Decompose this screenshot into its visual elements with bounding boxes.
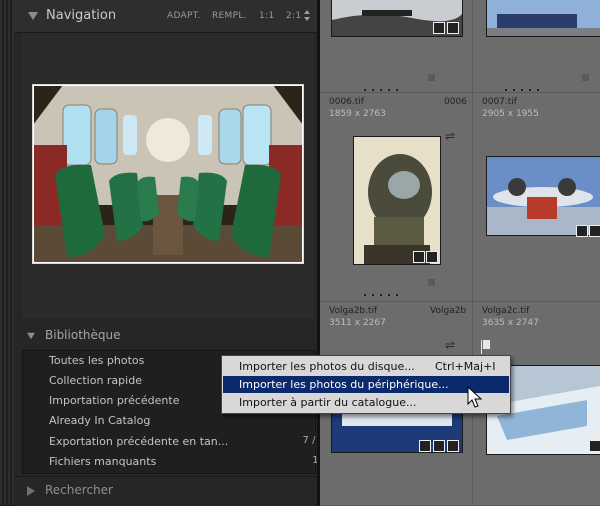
navigator-preview[interactable] — [32, 84, 304, 264]
library-item-label: Fichiers manquants — [49, 455, 157, 468]
badge-icon — [447, 22, 459, 34]
swap-icon[interactable]: ⇌ — [445, 338, 455, 352]
navigator-title: Navigation — [46, 8, 117, 23]
dimensions: 2905 x 1955 — [482, 109, 539, 119]
zoom-rempl[interactable]: REMPL. — [212, 11, 247, 21]
badge-icon — [447, 440, 459, 452]
color-label-icon[interactable] — [428, 74, 435, 81]
filename: Volga2c.tif — [482, 306, 530, 316]
left-panel: Navigation ADAPT. REMPL. 1:1 2:1 Bibliot… — [0, 0, 325, 506]
photo-grid: 0006.tif 0006 1859 x 2763 ⇌ 0007.tif 290… — [320, 0, 600, 506]
library-item-already-in-catalog[interactable]: Already In Catalog 1 — [49, 414, 325, 427]
library-item-previous-import[interactable]: Importation précédente — [49, 394, 179, 407]
thumbnail[interactable] — [487, 0, 600, 36]
filename: Volga2b.tif — [329, 306, 378, 316]
zoom-1-1[interactable]: 1:1 — [259, 11, 274, 21]
badge-icon — [433, 22, 445, 34]
search-header[interactable]: Rechercher — [14, 476, 317, 506]
badge-icon — [433, 440, 445, 452]
library-item-missing-files[interactable]: Fichiers manquants 14 — [49, 455, 325, 468]
panel-edge-handle[interactable] — [0, 0, 14, 505]
menu-item-label: Importer à partir du catalogue... — [239, 396, 417, 409]
badge-icon — [589, 225, 600, 237]
library-item-label: Already In Catalog — [49, 414, 151, 427]
cursor-icon — [467, 386, 483, 408]
color-label-icon[interactable] — [582, 74, 589, 81]
menu-item-shortcut: Ctrl+Maj+I — [435, 360, 496, 373]
library-item-previous-export[interactable]: Exportation précédente en tan... 7 / 8 — [49, 435, 325, 448]
swap-icon[interactable]: ⇌ — [445, 129, 455, 143]
library-item-quick-collection[interactable]: Collection rapide — [49, 374, 142, 387]
rating-dots[interactable] — [505, 76, 565, 91]
dimensions: 1859 x 2763 — [329, 109, 386, 119]
zoom-adapt[interactable]: ADAPT. — [167, 11, 201, 21]
grid-cell[interactable] — [320, 0, 473, 93]
menu-item-label: Importer les photos du disque... — [239, 360, 415, 373]
zoom-2-1[interactable]: 2:1 — [286, 11, 301, 21]
library-item-label: Collection rapide — [49, 374, 142, 387]
library-title: Bibliothèque — [45, 328, 121, 342]
menu-import-from-disk[interactable]: Importer les photos du disque... Ctrl+Ma… — [223, 358, 509, 375]
badge-icon — [419, 440, 431, 452]
rating-dots[interactable] — [364, 281, 424, 296]
triangle-down-icon[interactable] — [28, 12, 38, 20]
search-title: Rechercher — [45, 483, 113, 497]
flag-icon[interactable] — [481, 340, 490, 354]
triangle-right-icon[interactable] — [27, 486, 35, 496]
badge-icon — [576, 225, 588, 237]
library-header[interactable]: Bibliothèque — [14, 322, 317, 348]
filename: 0006.tif — [329, 97, 364, 107]
rating-dots[interactable] — [364, 76, 424, 91]
badge-icon — [589, 440, 600, 452]
badge-icon — [426, 251, 438, 263]
color-label-icon[interactable] — [428, 279, 435, 286]
grid-cell[interactable]: 0006.tif 0006 1859 x 2763 ⇌ — [320, 93, 473, 302]
triangle-down-icon[interactable] — [27, 332, 35, 340]
cell-index: 0006 — [444, 97, 467, 107]
grid-cell[interactable] — [473, 0, 600, 93]
grid-cell[interactable]: 0007.tif 2905 x 1955 — [473, 93, 600, 302]
dimensions: 3511 x 2267 — [329, 318, 386, 328]
library-item-label: Toutes les photos — [49, 354, 145, 367]
filename: 0007.tif — [482, 97, 517, 107]
library-item-label: Exportation précédente en tan... — [49, 435, 229, 448]
menu-item-label: Importer les photos du périphérique... — [239, 378, 449, 391]
badge-icon — [413, 251, 425, 263]
dimensions: 3635 x 2747 — [482, 318, 539, 328]
thumbnail[interactable] — [354, 137, 440, 264]
thumbnail[interactable] — [487, 157, 600, 235]
cell-index: Volga2b — [430, 306, 467, 316]
navigator-header[interactable]: Navigation ADAPT. REMPL. 1:1 2:1 — [14, 0, 317, 33]
library-item-label: Importation précédente — [49, 394, 180, 407]
sort-arrows-icon[interactable] — [304, 10, 312, 22]
library-item-all-photos[interactable]: Toutes les photos — [49, 354, 144, 367]
